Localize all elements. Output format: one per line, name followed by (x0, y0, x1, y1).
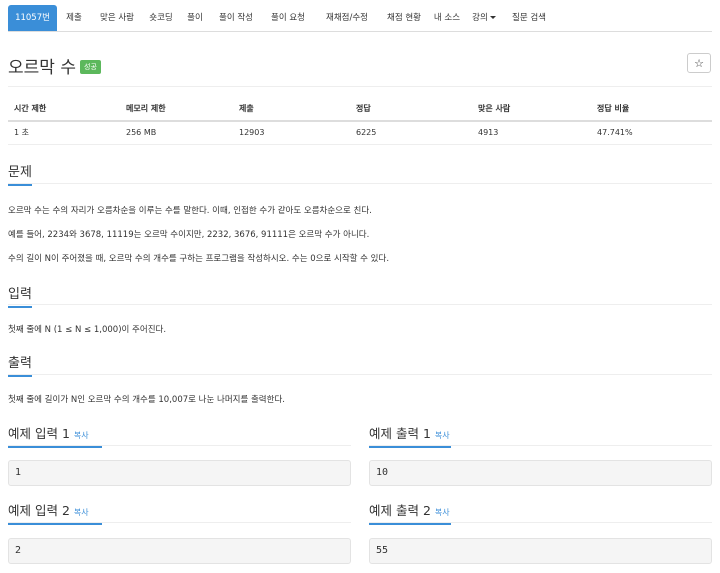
copy-button[interactable]: 복사 (74, 508, 89, 517)
table-cell: 256 MB (126, 128, 157, 137)
sample-input-2: 2 (8, 538, 351, 564)
table-row: 1 초 256 MB 12903 6225 4913 47.741% (8, 122, 712, 145)
section-title-input: 입력 (8, 283, 32, 308)
section-underline (8, 446, 102, 448)
tab-lectures-label: 강의 (472, 13, 488, 23)
copy-button[interactable]: 복사 (74, 431, 89, 440)
table-cell: 1 초 (14, 128, 29, 137)
tab-submit[interactable]: 제출 (60, 5, 88, 31)
sample-title-text: 예제 출력 1 (369, 426, 431, 441)
table-header: 정답 비율 (597, 104, 630, 113)
tab-lectures[interactable]: 강의 (469, 5, 499, 31)
tab-accepted-users[interactable]: 맞은 사람 (95, 5, 139, 31)
table-header: 메모리 제한 (126, 104, 166, 113)
divider (369, 522, 712, 523)
input-description: 첫째 줄에 N (1 ≤ N ≤ 1,000)이 주어진다. (8, 325, 167, 335)
section-underline (8, 306, 32, 308)
sample-title-text: 예제 입력 1 (8, 426, 70, 441)
page-title: 오르막 수 (8, 58, 76, 78)
sample-title-text: 예제 출력 2 (369, 503, 431, 518)
divider (8, 522, 351, 523)
tab-my-source[interactable]: 내 소스 (432, 5, 462, 31)
tab-request-solution[interactable]: 풀이 요청 (266, 5, 310, 31)
table-cell: 12903 (239, 128, 265, 137)
divider (8, 304, 712, 305)
section-title-text: 문제 (8, 165, 32, 180)
tab-solutions[interactable]: 풀이 (184, 5, 206, 31)
divider (8, 374, 712, 375)
divider (8, 183, 712, 184)
table-header: 시간 제한 (14, 104, 47, 113)
tab-status[interactable]: 채점 현황 (382, 5, 426, 31)
tab-problem[interactable]: 11057번 (8, 5, 57, 31)
section-title-description: 문제 (8, 161, 32, 186)
description-line: 예를 들어, 2234와 3678, 11119는 오르막 수이지만, 2232… (8, 230, 370, 240)
tab-question-search[interactable]: 질문 검색 (507, 5, 551, 31)
sample-input-2-title: 예제 입력 2 복사 (8, 500, 102, 525)
tab-short-coding[interactable]: 숏코딩 (145, 5, 177, 31)
table-cell: 4913 (478, 128, 499, 137)
sample-input-1: 1 (8, 460, 351, 486)
section-underline (8, 184, 32, 186)
divider (8, 445, 351, 446)
copy-button[interactable]: 복사 (435, 508, 450, 517)
problem-tabs: 11057번 제출 맞은 사람 숏코딩 풀이 풀이 작성 풀이 요청 재채점/수… (8, 5, 712, 32)
sample-output-2: 55 (369, 538, 712, 564)
sample-output-1-title: 예제 출력 1 복사 (369, 423, 451, 448)
section-underline (8, 523, 102, 525)
description-line: 오르막 수는 수의 자리가 오름차순을 이루는 수를 말한다. 이때, 인접한 … (8, 206, 372, 216)
divider (8, 86, 712, 87)
table-header-row: 시간 제한 메모리 제한 제출 정답 맞은 사람 정답 비율 (8, 98, 712, 122)
tab-rejudge[interactable]: 재채점/수정 (319, 5, 375, 31)
section-underline (369, 523, 451, 525)
output-description: 첫째 줄에 길이가 N인 오르막 수의 개수를 10,007로 나눈 나머지를 … (8, 395, 285, 405)
star-button[interactable]: ☆ (687, 53, 711, 73)
table-header: 맞은 사람 (478, 104, 511, 113)
problem-info-table: 시간 제한 메모리 제한 제출 정답 맞은 사람 정답 비율 1 초 256 M… (8, 98, 712, 145)
section-title-text: 출력 (8, 356, 32, 371)
copy-button[interactable]: 복사 (435, 431, 450, 440)
sample-output-1: 10 (369, 460, 712, 486)
status-badge: 성공 (80, 60, 101, 74)
table-header: 제출 (239, 104, 254, 113)
table-header: 정답 (356, 104, 371, 113)
sample-title-text: 예제 입력 2 (8, 503, 70, 518)
description-line: 수의 길이 N이 주어졌을 때, 오르막 수의 개수를 구하는 프로그램을 작성… (8, 254, 390, 264)
sample-output-2-title: 예제 출력 2 복사 (369, 500, 451, 525)
section-underline (8, 375, 32, 377)
chevron-down-icon (489, 16, 496, 19)
tab-write-solution[interactable]: 풀이 작성 (214, 5, 258, 31)
section-underline (369, 446, 451, 448)
section-title-text: 입력 (8, 287, 32, 302)
star-icon: ☆ (694, 56, 704, 70)
divider (369, 445, 712, 446)
table-cell: 47.741% (597, 128, 633, 137)
table-cell: 6225 (356, 128, 377, 137)
sample-input-1-title: 예제 입력 1 복사 (8, 423, 102, 448)
section-title-output: 출력 (8, 352, 32, 377)
